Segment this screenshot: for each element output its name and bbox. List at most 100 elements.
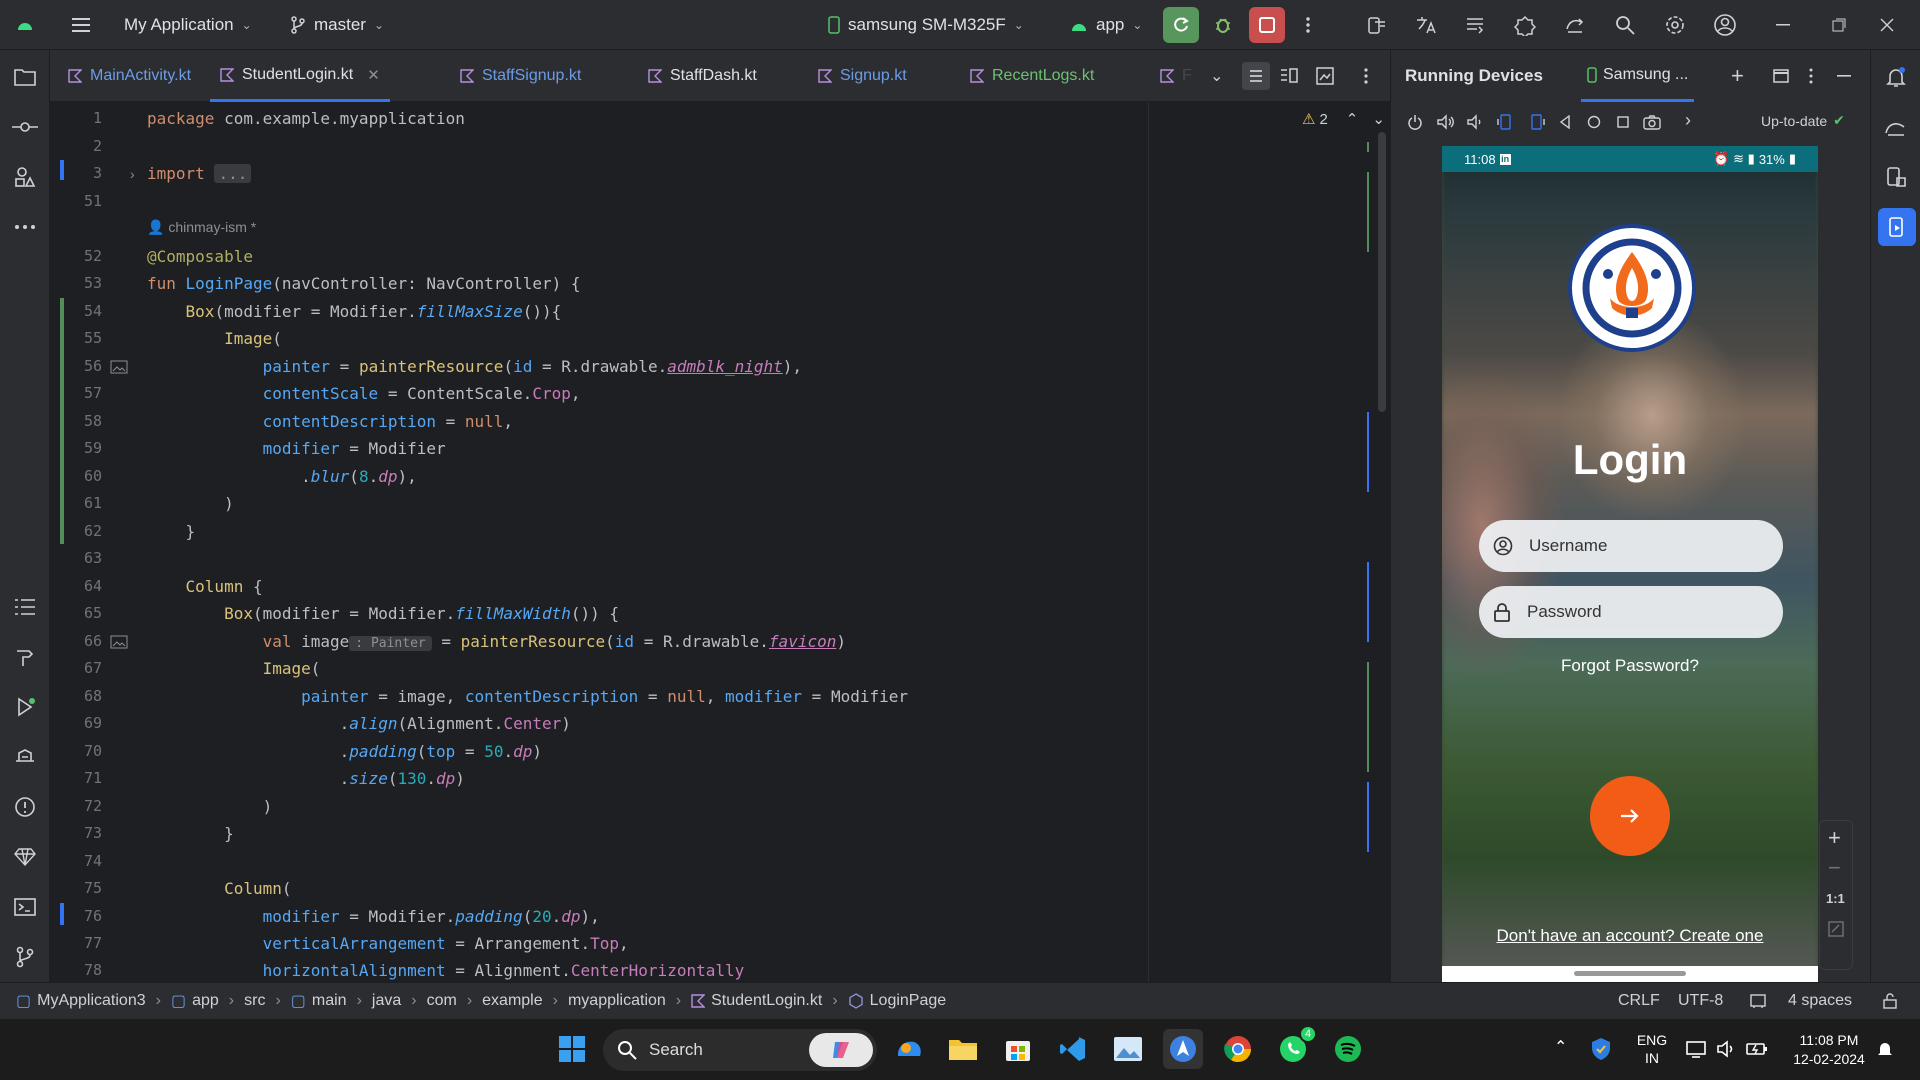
design-view-button[interactable] [1316, 50, 1334, 102]
unlock-icon[interactable] [1882, 993, 1898, 1009]
tab-staffsignup[interactable]: StaffSignup.kt [460, 50, 581, 102]
debug-button[interactable] [1208, 0, 1238, 50]
gem-icon[interactable] [12, 844, 38, 870]
commit-icon[interactable] [12, 114, 38, 140]
image-preview-icon[interactable] [110, 635, 128, 649]
zoom-out-icon[interactable]: − [1828, 855, 1841, 881]
line-separator-indicator[interactable]: CRLF [1618, 992, 1660, 1010]
breadcrumb-item[interactable]: ▢ MyApplication3 [16, 991, 146, 1011]
tab-mainactivity[interactable]: MainActivity.kt [68, 50, 191, 102]
speaker-icon[interactable] [1716, 1039, 1736, 1059]
indent-indicator[interactable]: 4 spaces [1788, 992, 1852, 1010]
account-icon[interactable] [1710, 0, 1740, 50]
restore-window-icon[interactable] [1824, 0, 1854, 50]
breadcrumb-item[interactable]: LoginPage [848, 992, 946, 1010]
breadcrumb-item[interactable]: src [244, 992, 265, 1010]
taskbar-search[interactable]: Search [603, 1029, 877, 1071]
chevron-right-icon[interactable]: › [1685, 110, 1691, 131]
build-hammer-icon[interactable] [12, 644, 38, 670]
notifications-bell-icon[interactable] [1883, 64, 1909, 90]
login-submit-button[interactable] [1590, 776, 1670, 856]
version-control-icon[interactable] [12, 944, 38, 970]
volume-up-icon[interactable] [1437, 114, 1455, 130]
warnings-indicator[interactable]: ⚠ 2 ⌃ ⌄ [1302, 110, 1385, 129]
screenshot-camera-icon[interactable] [1643, 114, 1661, 130]
breadcrumb-item[interactable]: example [482, 992, 542, 1010]
window-layout-icon[interactable] [1773, 69, 1789, 83]
next-highlight-icon[interactable]: ⌄ [1372, 110, 1385, 128]
author-inlay-hint[interactable]: 👤 chinmay-ism * [147, 219, 256, 236]
windows-start-icon[interactable] [552, 1029, 592, 1069]
rerun-button[interactable] [1162, 0, 1200, 50]
code-editor[interactable]: 1 2 3 51 52 53 54 55 56 57 58 59 60 61 6… [50, 102, 1390, 982]
problems-icon[interactable] [12, 794, 38, 820]
tab-staffdash[interactable]: StaffDash.kt [648, 50, 757, 102]
previous-highlight-icon[interactable]: ⌃ [1346, 110, 1359, 128]
zoom-actual-size[interactable]: 1:1 [1826, 891, 1845, 906]
structure-icon[interactable] [12, 594, 38, 620]
rotate-right-icon[interactable] [1527, 114, 1545, 130]
device-manager-icon[interactable] [1362, 0, 1392, 50]
home-icon[interactable] [1587, 115, 1601, 129]
tab-signup[interactable]: Signup.kt [818, 50, 907, 102]
minimize-window-icon[interactable] [1768, 0, 1798, 50]
more-tools-icon[interactable] [12, 214, 38, 240]
breadcrumb-item[interactable]: myapplication [568, 992, 666, 1010]
stop-button[interactable] [1248, 0, 1286, 50]
add-device-icon[interactable]: + [1731, 63, 1744, 89]
gradle-icon[interactable] [1883, 114, 1909, 140]
settings-gear-icon[interactable] [1660, 0, 1690, 50]
device-selector[interactable]: samsung SM-M325F ⌄ [828, 0, 1024, 50]
breadcrumb-item[interactable]: com [427, 992, 457, 1010]
notification-bell-icon[interactable] [1876, 1039, 1894, 1059]
translate-icon[interactable] [1410, 0, 1440, 50]
rotate-left-icon[interactable] [1497, 114, 1515, 130]
overview-icon[interactable] [1617, 116, 1629, 128]
tab-list-dropdown[interactable]: ⌄ [1210, 50, 1223, 102]
microsoft-store-icon[interactable] [998, 1029, 1038, 1069]
tab-studentlogin[interactable]: StudentLogin.kt ✕ [210, 50, 390, 102]
close-tab-icon[interactable]: ✕ [367, 66, 380, 84]
whatsapp-icon[interactable]: 4 [1273, 1025, 1317, 1069]
device-tab[interactable]: Samsung ... [1581, 50, 1695, 102]
resource-manager-icon[interactable] [12, 164, 38, 190]
editor-scrollbar[interactable] [1378, 132, 1386, 412]
split-view-button[interactable] [1280, 50, 1298, 102]
power-icon[interactable] [1407, 114, 1423, 130]
app-inspection-icon[interactable] [12, 744, 38, 770]
folded-imports[interactable]: ... [214, 164, 252, 183]
run-config-selector[interactable]: app ⌄ [1070, 0, 1142, 50]
android-studio-taskbar-icon[interactable] [1163, 1029, 1203, 1069]
breadcrumb-item[interactable]: ▢ app [171, 991, 219, 1011]
terminal-icon[interactable] [12, 894, 38, 920]
security-shield-icon[interactable] [1590, 1037, 1612, 1061]
memory-indicator-icon[interactable] [1750, 993, 1766, 1009]
encoding-indicator[interactable]: UTF-8 [1678, 992, 1723, 1010]
code-view-button[interactable] [1242, 50, 1270, 102]
search-icon[interactable] [1610, 0, 1640, 50]
editor-more-icon[interactable] [1364, 50, 1368, 102]
zoom-fit-icon[interactable] [1828, 921, 1844, 937]
volume-down-icon[interactable] [1467, 114, 1483, 130]
project-folder-icon[interactable] [12, 64, 38, 90]
username-field[interactable]: Username [1479, 520, 1783, 572]
build-variants-icon[interactable] [1460, 0, 1490, 50]
hide-panel-icon[interactable] [1837, 75, 1851, 77]
image-viewer-icon[interactable] [1108, 1029, 1148, 1069]
network-icon[interactable] [1686, 1039, 1706, 1059]
file-explorer-icon[interactable] [943, 1029, 983, 1069]
create-account-link[interactable]: Don't have an account? Create one [1442, 926, 1818, 946]
gradle-sync-icon[interactable] [1560, 0, 1590, 50]
vscode-icon[interactable] [1053, 1029, 1093, 1069]
tab-recentlogs[interactable]: RecentLogs.kt [970, 50, 1094, 102]
photos-app-icon[interactable] [889, 1029, 929, 1069]
close-window-icon[interactable] [1872, 0, 1902, 50]
language-indicator[interactable]: ENG IN [1632, 1031, 1672, 1067]
breadcrumb-item[interactable]: java [372, 992, 401, 1010]
image-preview-icon[interactable] [110, 360, 128, 374]
panel-options-icon[interactable] [1809, 68, 1813, 84]
device-explorer-icon[interactable] [1883, 164, 1909, 190]
branch-selector[interactable]: master ⌄ [290, 0, 384, 50]
device-screen[interactable]: 11:08 in ⏰ ≋ ▮ 31% ▮ Login Username Pass… [1442, 146, 1818, 982]
spotify-icon[interactable] [1328, 1029, 1368, 1069]
